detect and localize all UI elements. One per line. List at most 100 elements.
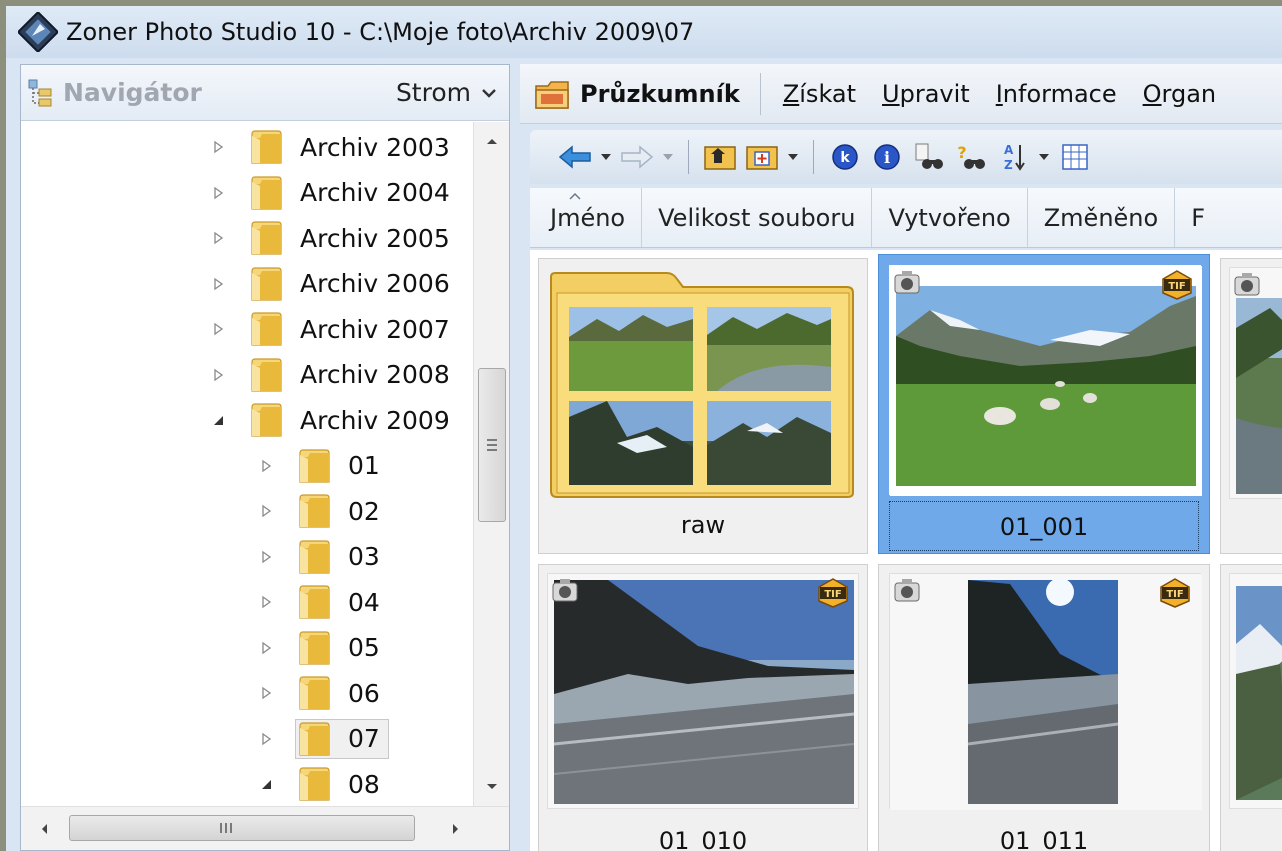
horizontal-scroll-thumb[interactable] bbox=[69, 815, 415, 841]
tree-item[interactable]: Archiv 2008 bbox=[209, 352, 459, 398]
collapsed-arrow-icon[interactable] bbox=[257, 502, 275, 520]
collapsed-arrow-icon[interactable] bbox=[257, 730, 275, 748]
scroll-up-icon[interactable] bbox=[484, 136, 500, 146]
tree-item-body: Archiv 2009 bbox=[247, 400, 459, 440]
view-mode-dropdown[interactable]: Strom bbox=[396, 78, 497, 107]
collapsed-arrow-icon[interactable] bbox=[257, 639, 275, 657]
horizontal-scrollbar[interactable] bbox=[21, 806, 509, 850]
sort-dropdown-icon[interactable] bbox=[1038, 152, 1050, 162]
tab-pruzkumnik[interactable]: Průzkumník bbox=[580, 80, 740, 108]
collapsed-arrow-icon[interactable] bbox=[209, 138, 227, 156]
collapsed-arrow-icon[interactable] bbox=[257, 593, 275, 611]
collapsed-arrow-icon[interactable] bbox=[209, 184, 227, 202]
chevron-down-icon bbox=[482, 88, 496, 98]
info-icon[interactable]: i bbox=[870, 140, 904, 174]
collapsed-arrow-icon[interactable] bbox=[209, 366, 227, 384]
vertical-scrollbar[interactable] bbox=[473, 122, 509, 806]
collapsed-arrow-icon[interactable] bbox=[209, 320, 227, 338]
view-mode-label: Strom bbox=[395, 78, 471, 107]
folder-icon bbox=[251, 403, 282, 437]
tree-item[interactable]: 01 bbox=[257, 443, 389, 489]
tree-item-body: 05 bbox=[295, 628, 389, 668]
svg-text:TIF: TIF bbox=[1166, 589, 1183, 600]
collapsed-arrow-icon[interactable] bbox=[209, 275, 227, 293]
thumbnail-caption: 01_011 bbox=[999, 827, 1089, 851]
folder-icon bbox=[299, 494, 330, 528]
view-grid-icon[interactable] bbox=[1058, 140, 1092, 174]
column-file-size[interactable]: Velikost souboru bbox=[642, 188, 873, 247]
thumbnail-tile[interactable] bbox=[1220, 258, 1282, 554]
svg-text:A: A bbox=[1004, 143, 1014, 157]
scroll-down-icon[interactable] bbox=[484, 782, 500, 792]
thumbnail-tile[interactable] bbox=[1220, 564, 1282, 851]
thumbnail-tile[interactable]: TIF 01_011 bbox=[878, 564, 1210, 851]
column-more[interactable]: F bbox=[1175, 188, 1221, 247]
column-modified[interactable]: Změněno bbox=[1028, 188, 1176, 247]
title-bar: Zoner Photo Studio 10 - C:\Moje foto\Arc… bbox=[6, 6, 1282, 58]
collapsed-arrow-icon[interactable] bbox=[257, 684, 275, 702]
find-duplicates-icon[interactable]: ? bbox=[954, 140, 988, 174]
tree-item[interactable]: 04 bbox=[257, 579, 389, 625]
find-files-icon[interactable] bbox=[912, 140, 946, 174]
folder-icon bbox=[299, 630, 330, 665]
sort-az-icon[interactable]: AZ bbox=[996, 140, 1030, 174]
tree-item-label: Archiv 2003 bbox=[300, 132, 450, 162]
tree-item[interactable]: 07 bbox=[257, 716, 389, 762]
keywords-icon[interactable]: k bbox=[828, 140, 862, 174]
tree-item-label: 08 bbox=[348, 769, 380, 799]
thumbnail-tile[interactable]: TIF 01_010 bbox=[538, 564, 868, 851]
new-folder-icon[interactable] bbox=[745, 140, 779, 174]
expanded-arrow-icon[interactable] bbox=[209, 411, 227, 429]
tree-item[interactable]: Archiv 2009 bbox=[209, 397, 459, 443]
folder-up-icon[interactable] bbox=[703, 140, 737, 174]
photo-thumbnail bbox=[1236, 586, 1282, 800]
tree-item-body: Archiv 2003 bbox=[247, 127, 459, 167]
folder-icon bbox=[299, 448, 330, 483]
tree-item[interactable]: 05 bbox=[257, 625, 389, 671]
tree-item[interactable]: 03 bbox=[257, 534, 389, 580]
column-created[interactable]: Vytvořeno bbox=[872, 188, 1028, 247]
tab-informace[interactable]: Informace bbox=[996, 80, 1117, 108]
navigator-pane: Navigátor Strom Archiv 2003 Archiv 2004 Ar… bbox=[20, 64, 510, 851]
scroll-left-icon[interactable] bbox=[39, 821, 49, 837]
forward-dropdown-icon[interactable] bbox=[662, 152, 674, 162]
tab-ziskat[interactable]: Získat bbox=[783, 80, 856, 108]
folder-icon bbox=[251, 130, 282, 164]
tree-item-body: Archiv 2006 bbox=[247, 264, 459, 304]
forward-arrow-icon[interactable] bbox=[620, 140, 654, 174]
tree-item-label: 05 bbox=[348, 633, 380, 662]
collapsed-arrow-icon[interactable] bbox=[209, 229, 227, 247]
tree-item[interactable]: 06 bbox=[257, 670, 389, 716]
scroll-right-icon[interactable] bbox=[451, 821, 461, 837]
vertical-scroll-thumb[interactable] bbox=[478, 368, 506, 522]
tree-item[interactable]: 02 bbox=[257, 488, 389, 534]
column-name[interactable]: Jméno bbox=[530, 188, 643, 247]
tree-item[interactable]: Archiv 2005 bbox=[209, 215, 459, 261]
tree-item[interactable]: Archiv 2004 bbox=[209, 170, 459, 216]
tree-view-icon bbox=[28, 79, 52, 106]
back-dropdown-icon[interactable] bbox=[600, 152, 612, 162]
folder-dropdown-icon[interactable] bbox=[787, 152, 799, 162]
tree-item-label: 01 bbox=[348, 451, 380, 480]
tree-item[interactable]: 08 bbox=[257, 761, 389, 806]
expanded-arrow-icon[interactable] bbox=[257, 775, 275, 793]
collapsed-arrow-icon[interactable] bbox=[257, 457, 275, 475]
thumbnail-tile-selected[interactable]: TIF 01_001 bbox=[878, 254, 1210, 554]
column-header: Jméno Velikost souboru Vytvořeno Změněno… bbox=[530, 188, 1282, 248]
tree-item[interactable]: Archiv 2006 bbox=[209, 261, 459, 307]
tab-organizovat[interactable]: Organ bbox=[1143, 80, 1217, 108]
folder-icon bbox=[251, 175, 282, 210]
tree-item[interactable]: Archiv 2003 bbox=[209, 124, 459, 170]
back-arrow-icon[interactable] bbox=[558, 140, 592, 174]
tree-item-label: Archiv 2008 bbox=[300, 360, 450, 389]
tree-item[interactable]: Archiv 2007 bbox=[209, 306, 459, 352]
photo-thumbnail bbox=[890, 574, 1202, 810]
tree-item-body: 01 bbox=[295, 446, 389, 486]
thumbnail-tile[interactable]: raw bbox=[538, 258, 868, 554]
window-title: Zoner Photo Studio 10 - C:\Moje foto\Arc… bbox=[66, 18, 695, 46]
svg-text:Z: Z bbox=[1004, 158, 1013, 172]
tab-upravit[interactable]: Upravit bbox=[882, 80, 970, 108]
photo-thumbnail bbox=[553, 580, 855, 804]
tree-item-body: Archiv 2007 bbox=[247, 309, 459, 349]
collapsed-arrow-icon[interactable] bbox=[257, 548, 275, 566]
